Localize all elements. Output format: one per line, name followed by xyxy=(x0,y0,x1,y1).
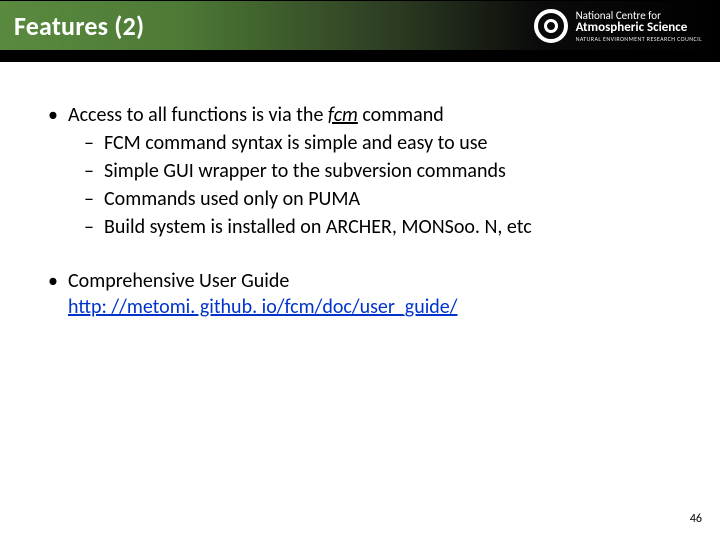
bullet1-prefix: Access to all functions is via the xyxy=(68,103,328,127)
sub-list-1: FCM command syntax is simple and easy to… xyxy=(68,130,680,240)
ncas-logo: National Centre for Atmospheric Science … xyxy=(534,9,702,43)
sub-item-1a: FCM command syntax is simple and easy to… xyxy=(68,130,680,156)
sub-item-1b: Simple GUI wrapper to the subversion com… xyxy=(68,158,680,184)
bullet1-suffix: command xyxy=(358,103,444,127)
slide: Features (2) National Centre for Atmosph… xyxy=(0,0,720,540)
sub-item-1d: Build system is installed on ARCHER, MON… xyxy=(68,214,680,240)
page-number: 46 xyxy=(690,512,702,526)
user-guide-link[interactable]: http: //metomi. github. io/fcm/doc/user_… xyxy=(68,295,457,319)
logo-line2: Atmospheric Science xyxy=(576,21,702,34)
bullet-item-2: Comprehensive User Guide http: //metomi.… xyxy=(40,268,680,320)
logo-line3: NATURAL ENVIRONMENT RESEARCH COUNCIL xyxy=(576,36,702,42)
bullet-list: Access to all functions is via the fcm c… xyxy=(40,102,680,320)
logo-line1: National Centre for xyxy=(576,10,702,21)
slide-title: Features (2) xyxy=(14,10,144,42)
bullet-item-1: Access to all functions is via the fcm c… xyxy=(40,102,680,240)
sub-item-1c: Commands used only on PUMA xyxy=(68,186,680,212)
fcm-keyword: fcm xyxy=(328,103,358,127)
logo-ring-icon xyxy=(534,9,568,43)
slide-header: Features (2) National Centre for Atmosph… xyxy=(0,0,720,62)
logo-text: National Centre for Atmospheric Science … xyxy=(576,10,702,42)
bullet2-text: Comprehensive User Guide xyxy=(68,269,289,293)
slide-body: Access to all functions is via the fcm c… xyxy=(0,62,720,320)
